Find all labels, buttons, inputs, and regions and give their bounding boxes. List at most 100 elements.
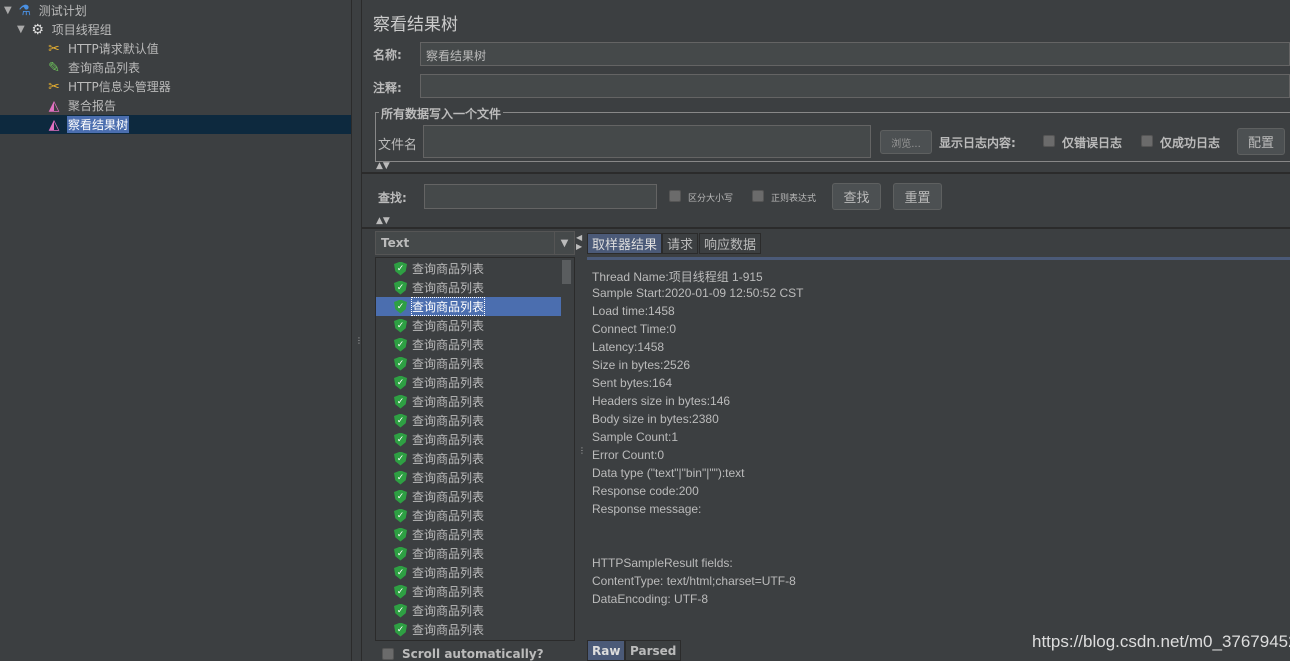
success-shield-icon: ✓ <box>394 527 407 542</box>
result-line: Size in bytes:2526 <box>592 358 691 372</box>
result-list-item[interactable]: ✓ 查询商品列表 <box>394 544 564 563</box>
collapse-expand-arrows[interactable]: ▲▼ <box>376 216 390 226</box>
result-list-item[interactable]: ✓ 查询商品列表 <box>394 411 564 430</box>
divider[interactable] <box>362 172 1290 174</box>
result-item-label: 查询商品列表 <box>412 547 485 561</box>
comment-input[interactable] <box>420 74 1290 98</box>
result-item-label: 查询商品列表 <box>412 395 485 409</box>
success-shield-icon: ✓ <box>394 508 407 523</box>
renderer-select[interactable]: Text ▼ <box>375 231 575 255</box>
regex-checkbox[interactable] <box>752 190 764 202</box>
result-list-item[interactable]: ✓ 查询商品列表 <box>394 620 564 639</box>
file-group-title: 所有数据写入一个文件 <box>379 105 504 122</box>
result-item-label: 查询商品列表 <box>410 297 486 316</box>
result-item-label: 查询商品列表 <box>412 414 485 428</box>
tree-node-label: 项目线程组 <box>51 23 112 37</box>
results-list[interactable]: ✓ 查询商品列表 ✓ 查询商品列表 ✓ 查询商品列表 ✓ 查询商品列表 ✓ 查询商品列表 ✓ 查询商品… <box>375 257 575 641</box>
expand-toggle-icon[interactable]: ▼ <box>17 24 25 35</box>
result-line: Connect Time:0 <box>592 322 677 336</box>
chevron-down-icon[interactable]: ▼ <box>554 232 574 254</box>
success-shield-icon: ✓ <box>394 565 407 580</box>
collapse-expand-arrows[interactable]: ▲▼ <box>376 161 390 171</box>
success-shield-icon: ✓ <box>394 470 407 485</box>
find-button[interactable]: 查找 <box>832 183 881 210</box>
page-title: 察看结果树 <box>373 15 458 35</box>
divider[interactable] <box>362 227 1290 229</box>
search-label: 查找: <box>378 191 407 205</box>
result-list-item[interactable]: ✓ 查询商品列表 <box>394 430 564 449</box>
success-shield-icon: ✓ <box>394 584 407 599</box>
result-list-item[interactable]: ✓ 查询商品列表 <box>394 449 564 468</box>
result-list-item[interactable]: ✓ 查询商品列表 <box>394 525 564 544</box>
tree-node[interactable]: ▼ ⚗ 测试计划 <box>4 1 88 20</box>
tree-node[interactable]: ▼ ⚙ 项目线程组 <box>17 20 113 39</box>
tab-0[interactable]: 取样器结果 <box>587 233 663 254</box>
result-item-label: 查询商品列表 <box>412 604 485 618</box>
result-item-label: 查询商品列表 <box>412 452 485 466</box>
success-shield-icon: ✓ <box>394 375 407 390</box>
result-line: Sent bytes:164 <box>592 376 673 390</box>
sampler-result-text[interactable]: Thread Name:项目线程组 1-915 Sample Start:2020… <box>587 257 1290 641</box>
browse-button[interactable]: 浏览... <box>880 130 932 154</box>
success-shield-icon: ✓ <box>394 394 407 409</box>
result-line: Error Count:0 <box>592 448 665 462</box>
success-shield-icon: ✓ <box>394 489 407 504</box>
tree-node[interactable]: ✂ HTTP请求默认值 <box>45 39 160 58</box>
reset-button[interactable]: 重置 <box>893 183 942 210</box>
result-item-label: 查询商品列表 <box>412 433 485 447</box>
result-line: DataEncoding: UTF-8 <box>592 592 709 606</box>
chart-icon: ◭ <box>48 97 60 114</box>
success-shield-icon: ✓ <box>394 603 407 618</box>
result-list-item[interactable]: ✓ 查询商品列表 <box>394 392 564 411</box>
search-input[interactable] <box>424 184 657 209</box>
tree-node[interactable]: ✎ 查询商品列表 <box>45 58 141 77</box>
result-list-item[interactable]: ✓ 查询商品列表 <box>394 468 564 487</box>
results-splitter[interactable]: ◀ ▶ ⋮ <box>576 231 586 661</box>
test-plan-tree[interactable]: ▼ ⚗ 测试计划 ▼ ⚙ 项目线程组 ✂ HTTP请求默认值 ✎ 查询商品列表 ✂ HTTP信息头管理… <box>0 0 352 661</box>
result-item-label: 查询商品列表 <box>412 262 485 276</box>
filename-input[interactable] <box>423 125 871 158</box>
success-shield-icon: ✓ <box>394 451 407 466</box>
result-list-item[interactable]: ✓ 查询商品列表 <box>394 278 564 297</box>
errors-only-checkbox[interactable] <box>1043 135 1055 147</box>
tab-raw[interactable]: Raw <box>587 640 626 661</box>
result-list-item[interactable]: ✓ 查询商品列表 <box>394 582 564 601</box>
name-label: 名称: <box>373 48 402 62</box>
pipette-icon: ✎ <box>48 59 60 76</box>
result-item-label: 查询商品列表 <box>412 566 485 580</box>
result-list-item[interactable]: ✓ 查询商品列表 <box>394 335 564 354</box>
result-line: Load time:1458 <box>592 304 675 318</box>
tab-parsed[interactable]: Parsed <box>625 640 682 661</box>
tree-node[interactable]: ◭ 察看结果树 <box>45 115 130 134</box>
result-list-item[interactable]: ✓ 查询商品列表 <box>394 354 564 373</box>
success-shield-icon: ✓ <box>394 299 407 314</box>
result-line: Sample Start:2020-01-09 12:50:52 CST <box>592 286 804 300</box>
result-list-item[interactable]: ✓ 查询商品列表 <box>394 487 564 506</box>
result-list-item[interactable]: ✓ 查询商品列表 <box>394 259 564 278</box>
configure-button[interactable]: 配置 <box>1237 128 1285 155</box>
result-line: Thread Name:项目线程组 1-915 <box>592 270 763 284</box>
expand-toggle-icon[interactable]: ▼ <box>4 5 12 16</box>
regex-label: 正则表达式 <box>771 194 817 204</box>
result-list-item[interactable]: ✓ 查询商品列表 <box>394 373 564 392</box>
result-list-item[interactable]: ✓ 查询商品列表 <box>376 297 561 316</box>
success-only-checkbox[interactable] <box>1141 135 1153 147</box>
errors-only-label: 仅错误日志 <box>1062 136 1123 150</box>
name-input[interactable]: 察看结果树 <box>420 42 1290 66</box>
scroll-auto-checkbox[interactable] <box>382 648 394 660</box>
tree-node[interactable]: ✂ HTTP信息头管理器 <box>45 77 172 96</box>
success-shield-icon: ✓ <box>394 432 407 447</box>
result-list-item[interactable]: ✓ 查询商品列表 <box>394 506 564 525</box>
case-sensitive-checkbox[interactable] <box>669 190 681 202</box>
result-list-item[interactable]: ✓ 查询商品列表 <box>394 563 564 582</box>
gear-icon: ⚙ <box>31 21 44 38</box>
result-line: Body size in bytes:2380 <box>592 412 719 426</box>
result-list-item[interactable]: ✓ 查询商品列表 <box>394 316 564 335</box>
tree-node[interactable]: ◭ 聚合报告 <box>45 96 117 115</box>
result-list-item[interactable]: ✓ 查询商品列表 <box>394 601 564 620</box>
result-item-label: 查询商品列表 <box>412 623 485 637</box>
split-pane-divider[interactable]: ⋮ <box>352 0 363 661</box>
tab-2[interactable]: 响应数据 <box>699 233 762 254</box>
success-shield-icon: ✓ <box>394 622 407 637</box>
tab-1[interactable]: 请求 <box>662 233 699 254</box>
